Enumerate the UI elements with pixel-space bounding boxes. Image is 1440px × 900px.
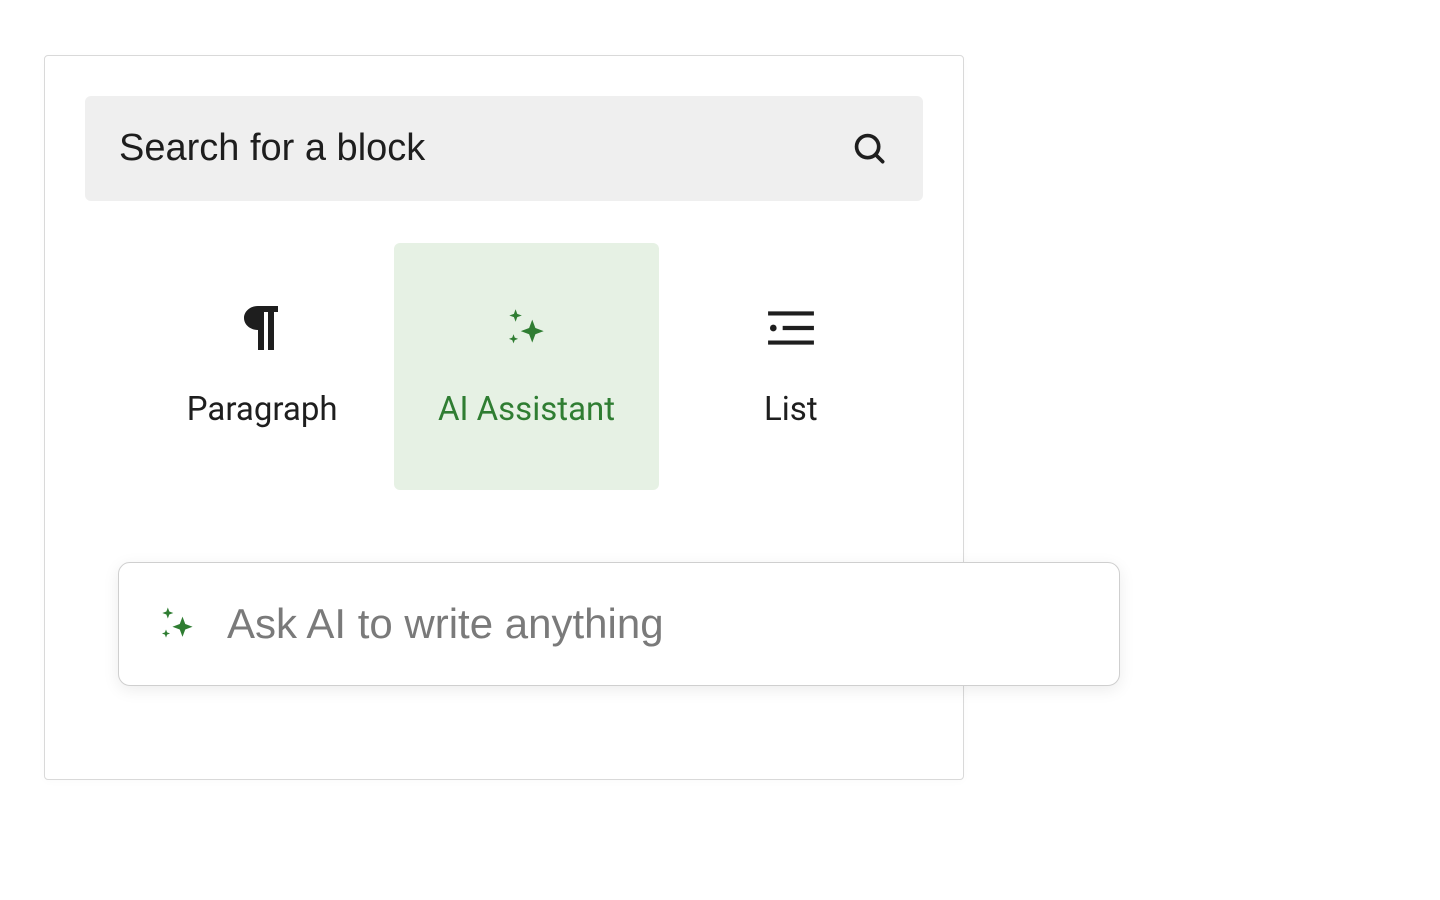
ask-ai-bar[interactable] — [118, 562, 1120, 686]
sparkle-icon — [501, 304, 551, 352]
search-bar[interactable] — [85, 96, 923, 201]
block-grid: Paragraph AI Assistant Li — [85, 243, 923, 490]
ask-ai-input[interactable] — [227, 600, 1083, 648]
block-label: Paragraph — [187, 390, 338, 429]
block-label: List — [764, 390, 818, 429]
search-input[interactable] — [119, 127, 851, 170]
block-label: AI Assistant — [438, 390, 615, 429]
sparkle-icon — [155, 602, 199, 646]
block-tile-ai-assistant[interactable]: AI Assistant — [394, 243, 658, 490]
list-icon — [766, 304, 816, 352]
block-tile-paragraph[interactable]: Paragraph — [130, 243, 394, 490]
block-tile-list[interactable]: List — [659, 243, 923, 490]
paragraph-icon — [238, 304, 286, 352]
search-icon — [851, 130, 889, 168]
